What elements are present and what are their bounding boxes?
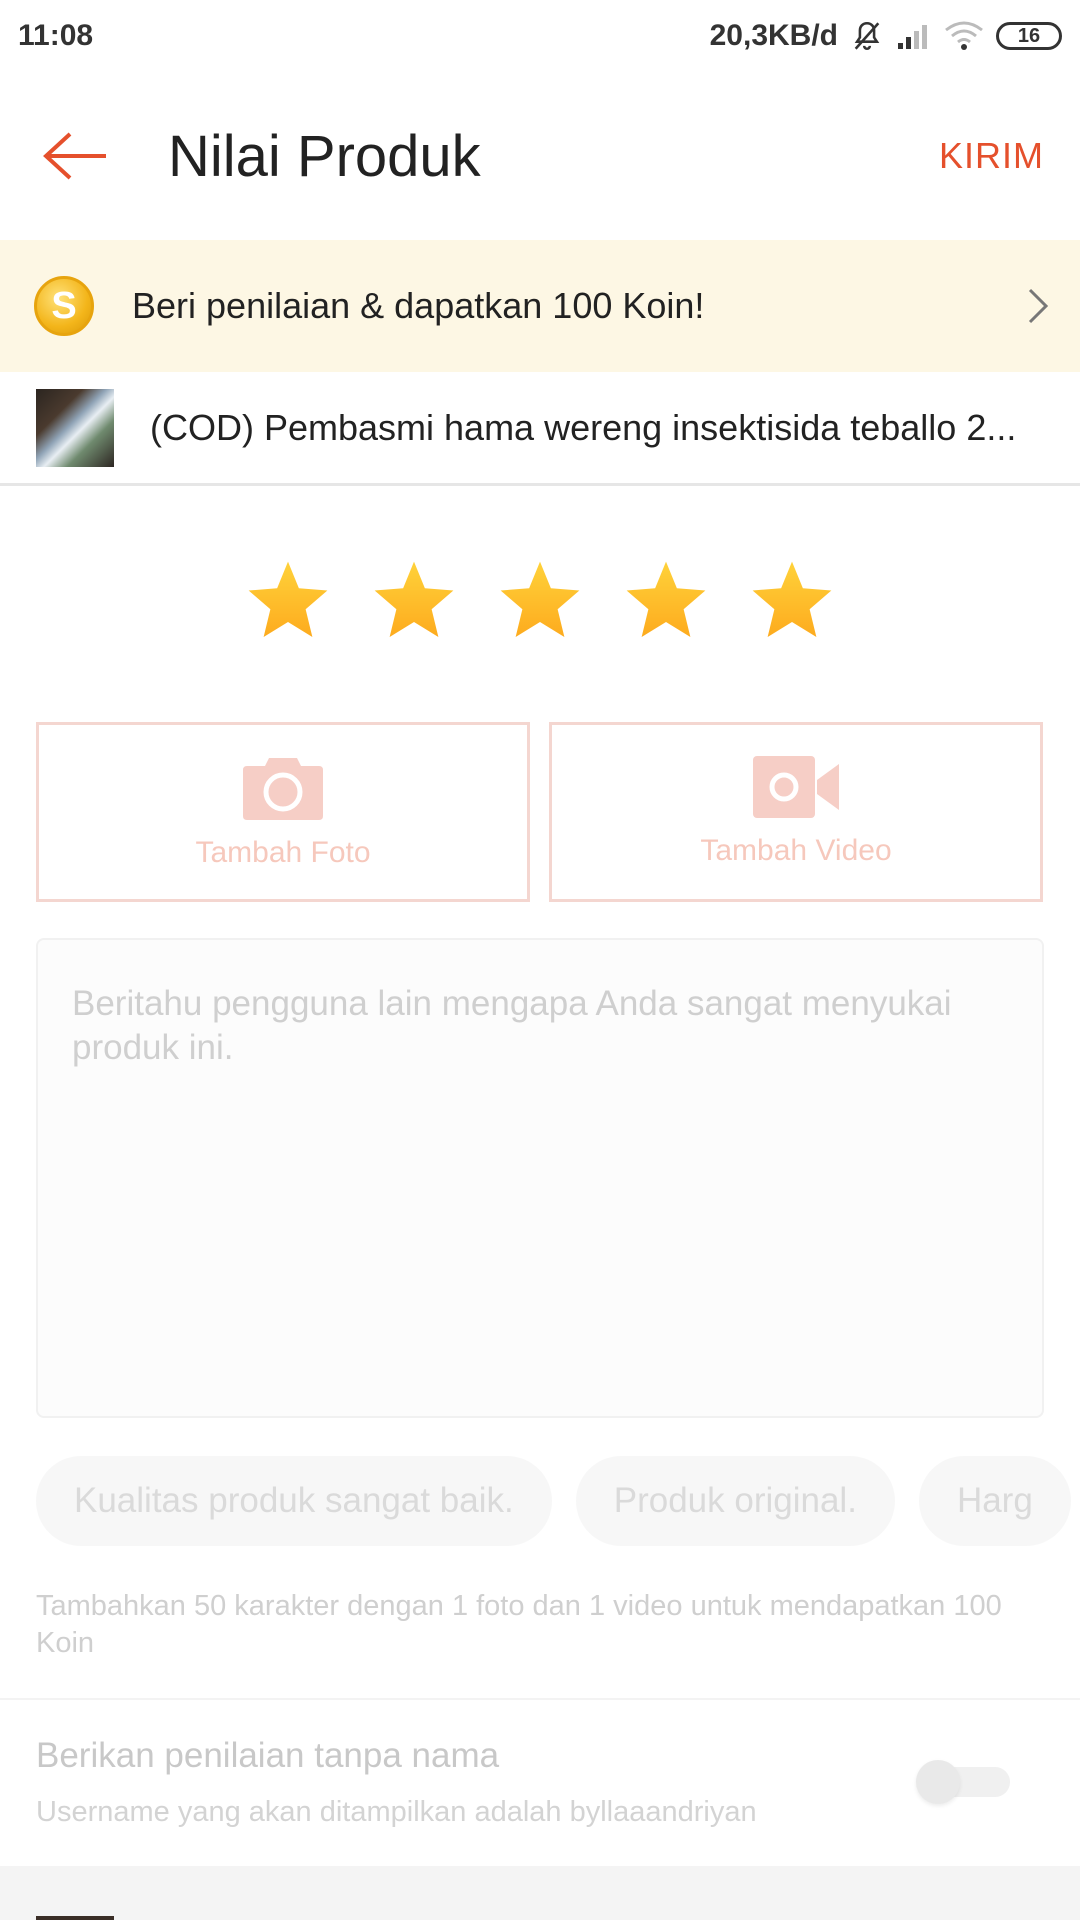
review-textarea[interactable]: Beritahu pengguna lain mengapa Anda sang… (36, 938, 1044, 1418)
status-time: 11:08 (18, 19, 94, 52)
chevron-right-icon (1028, 288, 1049, 324)
product-row: (COD) Pembasmi hama wereng insektisida t… (0, 372, 1080, 486)
network-speed: 20,3KB/d (709, 19, 838, 52)
divider (0, 1698, 1080, 1700)
arrow-left-icon (43, 132, 106, 180)
coin-letter: S (51, 284, 77, 327)
submit-button[interactable]: KIRIM (939, 135, 1044, 177)
add-video-label: Tambah Video (700, 834, 892, 867)
battery-icon: 16 (996, 22, 1062, 50)
camera-icon (243, 758, 323, 820)
suggestion-chips: Kualitas produk sangat baik. Produk orig… (36, 1456, 1080, 1546)
add-video-button[interactable]: Tambah Video (549, 722, 1043, 902)
page-title: Nilai Produk (168, 123, 481, 189)
star-icon[interactable] (621, 556, 711, 646)
review-placeholder: Beritahu pengguna lain mengapa Anda sang… (72, 984, 952, 1067)
coin-hint-text: Tambahkan 50 karakter dengan 1 foto dan … (36, 1590, 1002, 1659)
section-separator (0, 1866, 1080, 1920)
coin-icon: S (34, 276, 94, 336)
suggestion-chip[interactable]: Produk original. (575, 1456, 895, 1546)
coin-banner-text: Beri penilaian & dapatkan 100 Koin! (132, 285, 705, 326)
next-product-thumbnail (36, 1916, 114, 1920)
wifi-icon (945, 21, 983, 50)
toggle-knob (916, 1760, 960, 1804)
status-bar: 11:08 20,3KB/d 16 (0, 0, 1080, 72)
star-icon[interactable] (243, 556, 333, 646)
suggestion-chip[interactable]: Kualitas produk sangat baik. (36, 1456, 552, 1546)
anonymous-title: Berikan penilaian tanpa nama (36, 1736, 500, 1775)
star-rating (0, 556, 1080, 646)
battery-level: 16 (1017, 24, 1041, 47)
app-bar: Nilai Produk KIRIM (0, 72, 1080, 240)
star-icon[interactable] (369, 556, 459, 646)
anonymous-toggle[interactable] (916, 1760, 1010, 1804)
product-thumbnail (36, 388, 114, 467)
coin-reward-banner[interactable]: S Beri penilaian & dapatkan 100 Koin! (0, 240, 1080, 372)
bell-off-icon (854, 21, 880, 50)
anonymous-subtitle: Username yang akan ditampilkan adalah by… (36, 1796, 757, 1828)
back-button[interactable] (0, 72, 150, 240)
signal-icon (898, 25, 927, 49)
suggestion-chip[interactable]: Harg (918, 1456, 1071, 1546)
star-icon[interactable] (747, 556, 837, 646)
add-photo-label: Tambah Foto (195, 836, 371, 869)
add-photo-button[interactable]: Tambah Foto (36, 722, 530, 902)
video-camera-icon (753, 756, 839, 818)
star-icon[interactable] (495, 556, 585, 646)
status-indicators: 20,3KB/d 16 (710, 19, 1062, 53)
product-name: (COD) Pembasmi hama wereng insektisida t… (150, 406, 1017, 448)
